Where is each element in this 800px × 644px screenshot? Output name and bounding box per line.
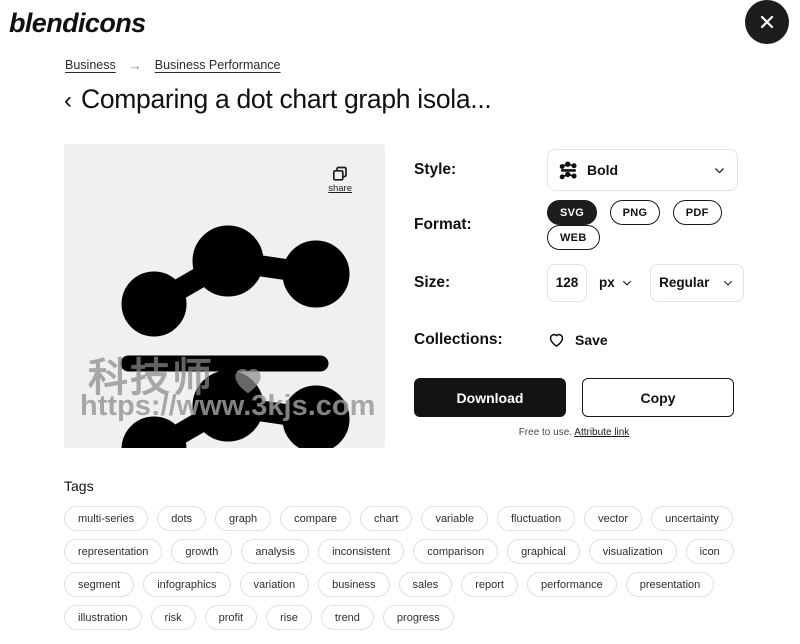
share-icon <box>333 166 347 181</box>
chevron-down-icon <box>724 280 733 285</box>
tag-item[interactable]: variation <box>239 572 310 597</box>
format-options: SVG PNG PDF WEB <box>547 200 744 250</box>
tag-item[interactable]: chart <box>359 506 413 531</box>
chevron-down-icon <box>622 280 631 285</box>
heart-icon <box>549 333 564 347</box>
tag-item[interactable]: multi-series <box>64 506 149 531</box>
tag-item[interactable]: visualization <box>588 539 677 564</box>
collections-label: Collections: <box>414 330 503 348</box>
brand-logo[interactable]: blendicons <box>9 8 146 39</box>
share-label: share <box>328 183 352 194</box>
tag-item[interactable]: representation <box>64 539 163 564</box>
save-to-collection-button[interactable]: Save <box>547 330 608 349</box>
breadcrumb-item-business[interactable]: Business <box>65 58 116 72</box>
tag-item[interactable]: icon <box>685 539 734 564</box>
tag-item[interactable]: performance <box>526 572 617 597</box>
tag-item[interactable]: variable <box>421 506 488 531</box>
close-icon <box>760 15 774 29</box>
tag-item[interactable]: progress <box>382 605 454 630</box>
tag-item[interactable]: graph <box>215 506 272 531</box>
back-chevron-icon[interactable]: ‹ <box>64 89 72 113</box>
style-label: Style: <box>414 161 457 178</box>
tag-item[interactable]: infographics <box>143 572 231 597</box>
share-button[interactable]: share <box>328 166 352 194</box>
copy-button[interactable]: Copy <box>582 378 734 417</box>
breadcrumb: Business → Business Performance <box>65 58 281 72</box>
style-select[interactable]: Bold <box>547 149 738 191</box>
format-option-pdf[interactable]: PDF <box>672 200 722 225</box>
tag-item[interactable]: profit <box>204 605 258 630</box>
download-button[interactable]: Download <box>414 378 566 417</box>
action-buttons: Download Copy <box>414 378 744 417</box>
tags-section: Tags multi-series dots graph compare chart va… <box>64 478 754 630</box>
tag-item[interactable]: compare <box>280 506 351 531</box>
tags-list: multi-series dots graph compare chart variabl… <box>64 506 754 630</box>
size-unit-select[interactable]: px <box>599 275 633 290</box>
tag-item[interactable]: fluctuation <box>496 506 576 531</box>
size-input[interactable] <box>547 263 587 302</box>
breadcrumb-item-business-performance[interactable]: Business Performance <box>155 58 281 72</box>
size-weight-value: Regular <box>659 275 710 290</box>
license-text: Free to use. <box>518 427 573 438</box>
tag-item[interactable]: dots <box>157 506 207 531</box>
tag-item[interactable]: comparison <box>413 539 499 564</box>
format-label: Format: <box>414 216 472 233</box>
size-row: Size: px Regular <box>414 254 744 311</box>
style-value: Bold <box>587 162 619 178</box>
size-label: Size: <box>414 273 451 291</box>
format-option-web[interactable]: WEB <box>547 225 600 250</box>
tag-item[interactable]: illustration <box>64 605 142 630</box>
dot-chart-style-icon <box>559 160 577 179</box>
size-unit-value: px <box>599 275 615 290</box>
tag-item[interactable]: presentation <box>625 572 715 597</box>
tag-item[interactable]: business <box>318 572 390 597</box>
close-button[interactable] <box>745 0 789 44</box>
style-row: Style: Bold <box>414 144 744 196</box>
tag-item[interactable]: growth <box>171 539 233 564</box>
license-note: Free to use. Attribute link <box>414 427 734 438</box>
tag-item[interactable]: inconsistent <box>318 539 405 564</box>
format-option-png[interactable]: PNG <box>609 200 661 225</box>
icon-detail-page: blendicons Business → Business Performan… <box>0 0 800 644</box>
tag-item[interactable]: vector <box>584 506 643 531</box>
format-row: Format: SVG PNG PDF WEB <box>414 196 744 254</box>
page-title: Comparing a dot chart graph isola... <box>81 84 492 114</box>
title-row: ‹ Comparing a dot chart graph isola... <box>64 84 492 115</box>
tag-item[interactable]: uncertainty <box>651 506 733 531</box>
watermark-url: https://www.3kjs.com <box>80 390 376 422</box>
tag-item[interactable]: analysis <box>241 539 310 564</box>
attribute-link[interactable]: Attribute link <box>574 427 629 438</box>
tag-item[interactable]: risk <box>150 605 196 630</box>
collections-row: Collections: Save <box>414 311 744 368</box>
save-label: Save <box>575 331 608 348</box>
tags-heading: Tags <box>64 478 94 494</box>
tag-item[interactable]: graphical <box>507 539 580 564</box>
tag-item[interactable]: report <box>461 572 518 597</box>
breadcrumb-arrow-icon: → <box>128 57 142 73</box>
tag-item[interactable]: segment <box>64 572 135 597</box>
tag-item[interactable]: trend <box>320 605 374 630</box>
chevron-down-icon <box>715 167 724 173</box>
format-option-svg[interactable]: SVG <box>547 200 598 225</box>
download-controls: Style: Bold Format: SVG PNG PDF WEB Size… <box>414 144 744 438</box>
tag-item[interactable]: sales <box>398 572 453 597</box>
size-weight-select[interactable]: Regular <box>649 263 744 302</box>
tag-item[interactable]: rise <box>266 605 312 630</box>
